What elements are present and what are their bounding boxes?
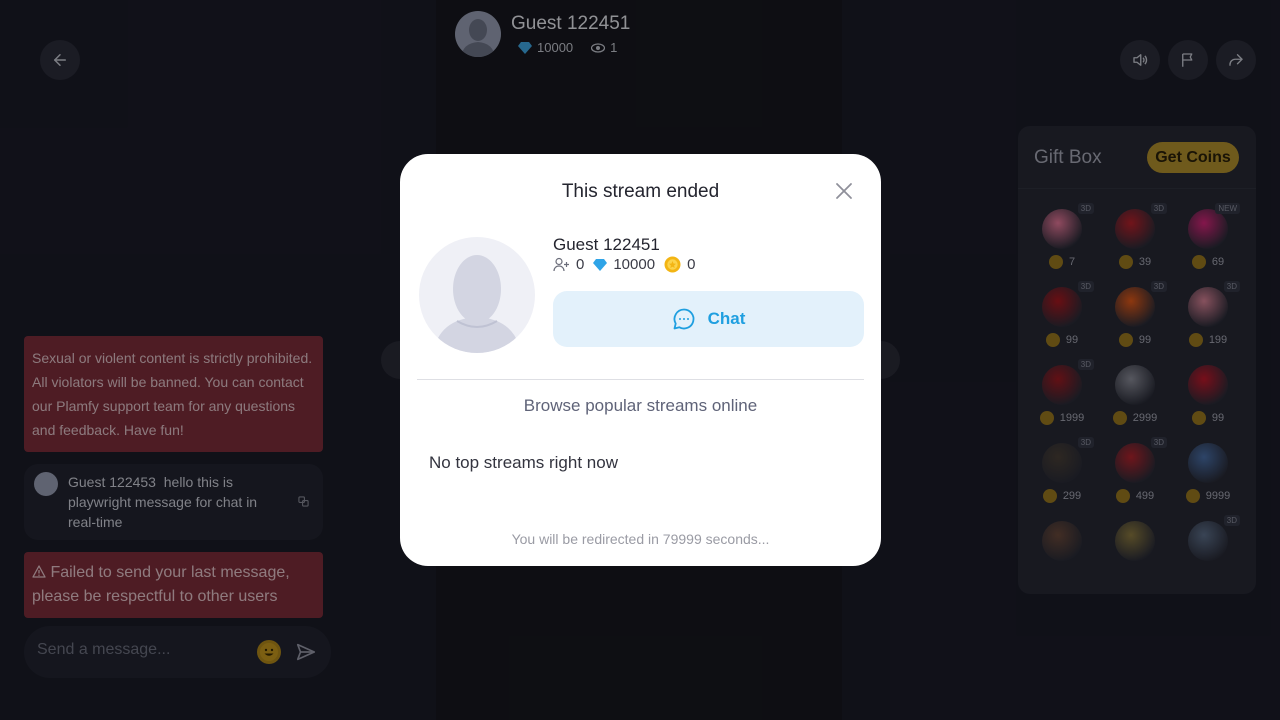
stream-ended-dialog: This stream ended Guest 122451 0 10000 0… bbox=[400, 154, 881, 566]
redirect-countdown: You will be redirected in 79999 seconds.… bbox=[511, 531, 770, 547]
divider bbox=[417, 379, 864, 380]
chat-button-label: Chat bbox=[707, 309, 746, 328]
chat-button[interactable]: Chat bbox=[553, 291, 864, 347]
streamer-avatar-large[interactable] bbox=[419, 237, 535, 353]
coins-count: 0 bbox=[664, 256, 695, 273]
browse-popular-link[interactable]: Browse popular streams online bbox=[400, 396, 881, 416]
chat-bubble-icon bbox=[673, 308, 695, 330]
dialog-user-stats: 0 10000 0 bbox=[553, 256, 695, 273]
diamonds-count: 10000 bbox=[593, 256, 655, 273]
no-streams-message: No top streams right now bbox=[429, 453, 618, 472]
close-icon[interactable] bbox=[834, 181, 854, 201]
diamond-icon bbox=[593, 258, 608, 271]
dialog-title: This stream ended bbox=[561, 181, 720, 202]
followers-icon bbox=[553, 257, 569, 272]
default-avatar-icon bbox=[433, 255, 521, 353]
followers-count: 0 bbox=[553, 256, 584, 273]
coin-icon bbox=[664, 256, 681, 273]
dialog-user-name[interactable]: Guest 122451 bbox=[553, 235, 660, 255]
